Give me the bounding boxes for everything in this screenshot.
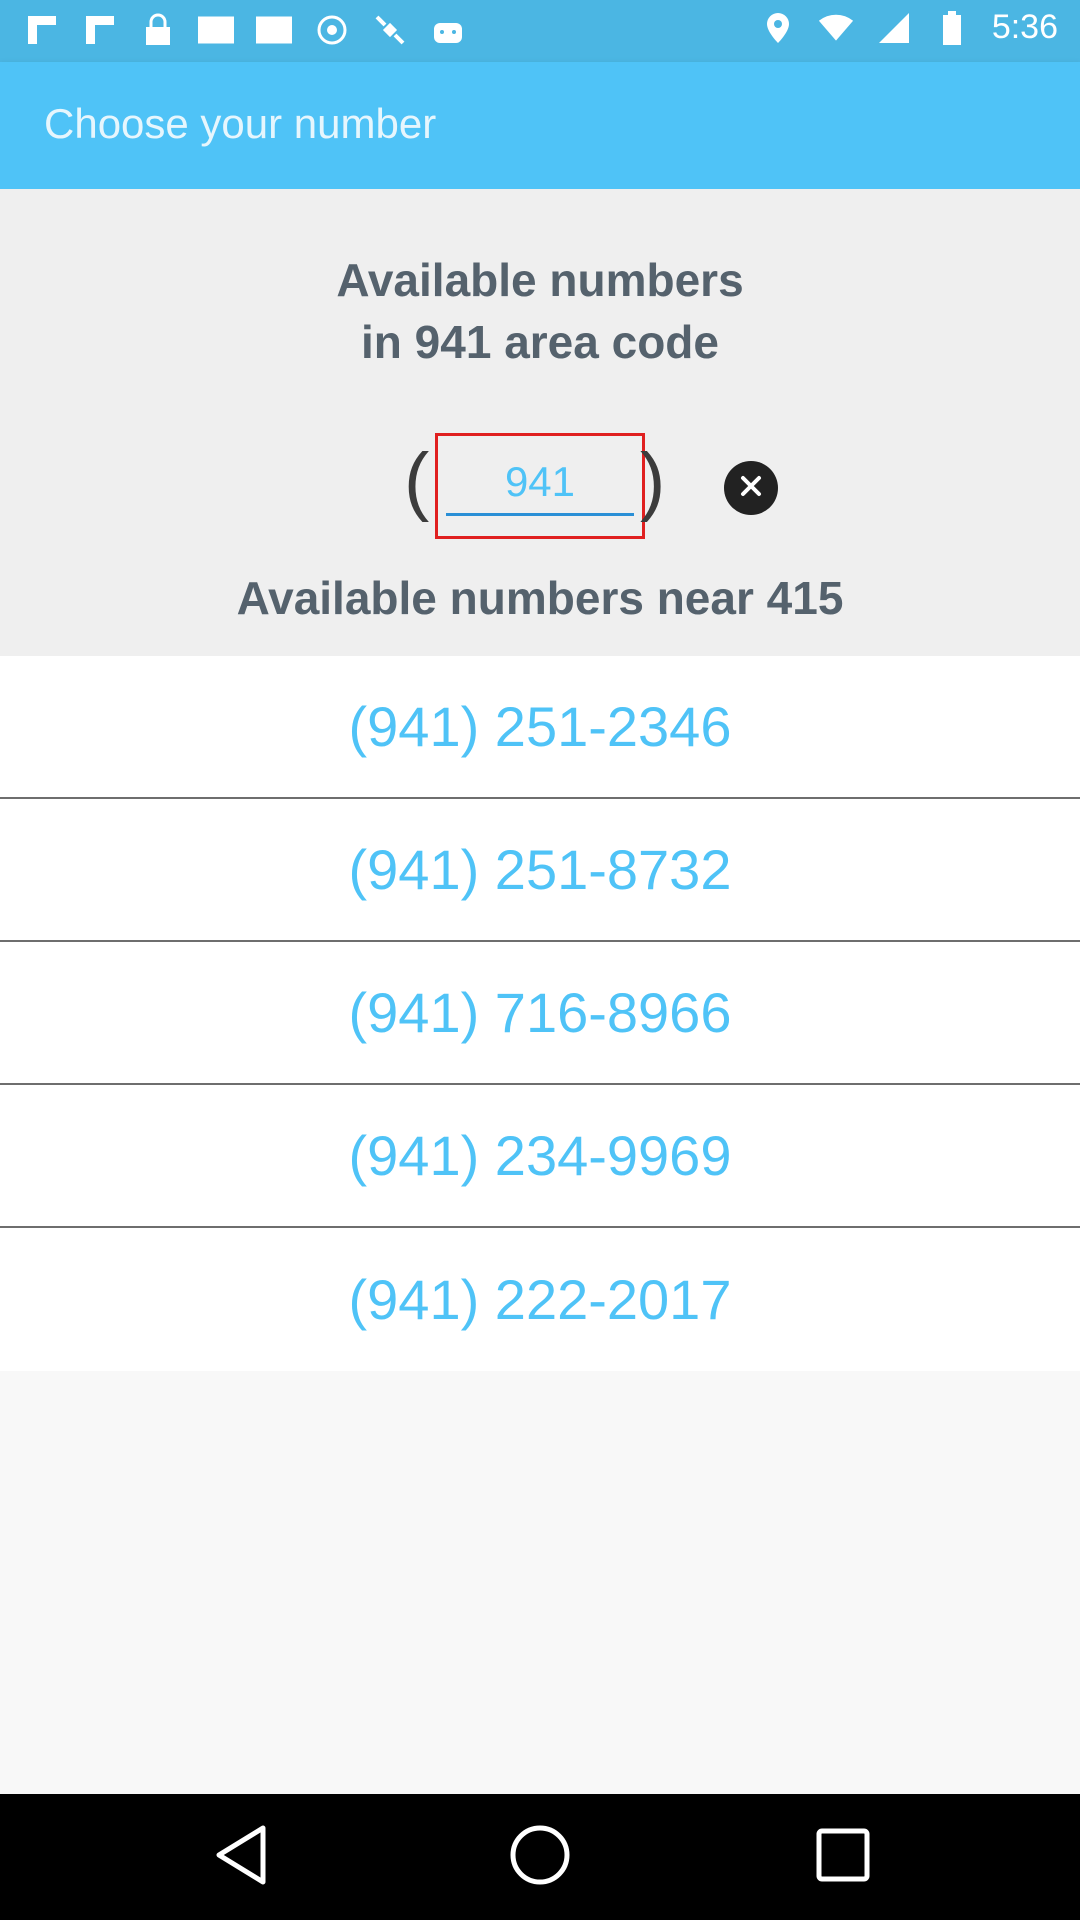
number-list: (941) 251-2346 (941) 251-8732 (941) 716-…	[0, 656, 1080, 1371]
number-item[interactable]: (941) 222-2017	[0, 1228, 1080, 1371]
satellite-icon	[372, 12, 408, 48]
battery-icon	[934, 10, 970, 46]
navigation-bar	[0, 1794, 1080, 1920]
available-heading-line1: Available numbers	[336, 254, 744, 306]
open-paren: (	[404, 438, 430, 523]
back-button[interactable]	[208, 1824, 274, 1890]
recents-icon	[815, 1827, 871, 1888]
app-bar: Choose your number	[0, 62, 1080, 189]
area-code-highlight	[435, 433, 645, 539]
recents-button[interactable]	[810, 1824, 876, 1890]
system-icons: 5:36	[760, 8, 1058, 47]
blank-icon	[198, 12, 234, 48]
location-icon	[760, 10, 796, 46]
near-heading: Available numbers near 415	[236, 572, 844, 624]
back-icon	[213, 1824, 269, 1891]
android-icon	[430, 12, 466, 48]
flipboard-icon	[82, 12, 118, 48]
clear-area-code-button[interactable]	[724, 461, 778, 515]
available-heading-line2: in 941 area code	[361, 316, 719, 368]
page-title: Choose your number	[44, 100, 437, 147]
area-code-section: Available numbers in 941 area code ( ) A…	[0, 189, 1080, 656]
area-code-input[interactable]	[446, 450, 634, 516]
number-item[interactable]: (941) 251-2346	[0, 656, 1080, 799]
lock-icon	[140, 12, 176, 48]
close-circle-icon	[739, 474, 763, 503]
area-code-row: ( )	[0, 429, 1080, 539]
notification-icons	[24, 12, 466, 48]
sync-icon	[314, 12, 350, 48]
home-icon	[509, 1824, 571, 1891]
blank-icon	[256, 12, 292, 48]
home-button[interactable]	[507, 1824, 573, 1890]
number-item[interactable]: (941) 251-8732	[0, 799, 1080, 942]
status-bar: 5:36	[0, 0, 1080, 62]
number-item[interactable]: (941) 234-9969	[0, 1085, 1080, 1228]
flipboard-icon	[24, 12, 60, 48]
close-paren: )	[640, 438, 666, 523]
wifi-icon	[818, 10, 854, 46]
status-time: 5:36	[991, 8, 1058, 46]
number-item[interactable]: (941) 716-8966	[0, 942, 1080, 1085]
signal-icon	[876, 10, 912, 46]
